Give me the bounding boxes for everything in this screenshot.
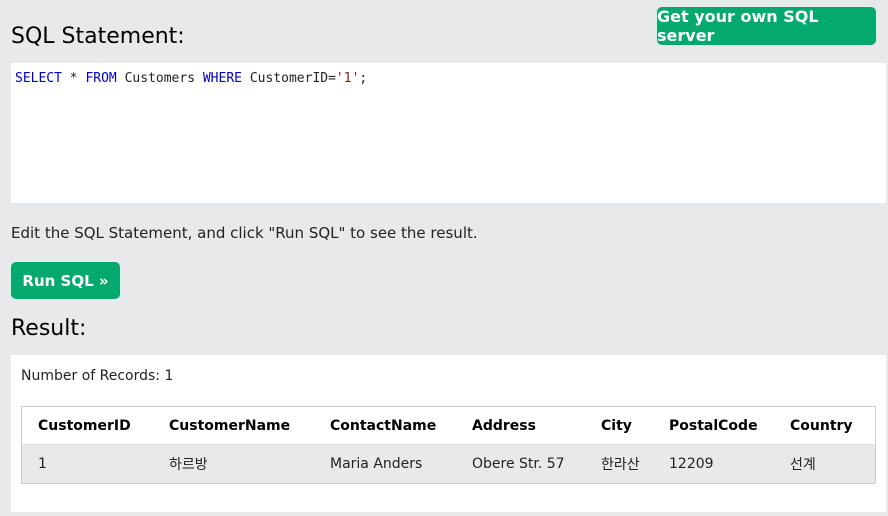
table-cell: 선계 [774,444,876,484]
column-header: CustomerID [21,406,153,445]
column-header: ContactName [314,406,456,445]
table-cell: Maria Anders [314,444,456,484]
table-cell: 한라산 [585,444,653,484]
result-table: CustomerID CustomerName ContactName Addr… [21,406,876,484]
sql-token-string: '1' [335,71,360,86]
sql-tryit-page: SQL Statement: Get your own SQL server S… [0,0,888,516]
sql-token-plain: ; [359,71,368,86]
column-header: PostalCode [653,406,774,445]
result-title: Result: [11,316,87,341]
sql-token-keyword: SELECT [15,71,62,86]
instruction-text: Edit the SQL Statement, and click "Run S… [11,224,478,242]
sql-token-plain: CustomerID= [242,71,336,86]
sql-token-plain: * [61,71,86,86]
get-sql-server-button[interactable]: Get your own SQL server [657,7,876,45]
run-sql-button[interactable]: Run SQL » [11,262,120,299]
column-header: City [585,406,653,445]
column-header: Country [774,406,876,445]
record-count: Number of Records: 1 [21,368,174,384]
table-cell: 12209 [653,444,774,484]
sql-statement-title: SQL Statement: [11,24,185,49]
table-row: 1 하르방 Maria Anders Obere Str. 57 한라산 122… [21,444,876,484]
sql-editor[interactable]: SELECT * FROM Customers WHERE CustomerID… [11,63,886,203]
sql-token-keyword: FROM [85,71,117,86]
table-header-row: CustomerID CustomerName ContactName Addr… [21,406,876,445]
result-panel: Number of Records: 1 CustomerID Customer… [11,355,886,512]
column-header: CustomerName [153,406,314,445]
sql-token-plain: Customers [116,71,203,86]
table-cell: Obere Str. 57 [456,444,585,484]
column-header: Address [456,406,585,445]
sql-token-keyword: WHERE [202,71,242,86]
table-cell: 1 [21,444,153,484]
table-cell: 하르방 [153,444,314,484]
